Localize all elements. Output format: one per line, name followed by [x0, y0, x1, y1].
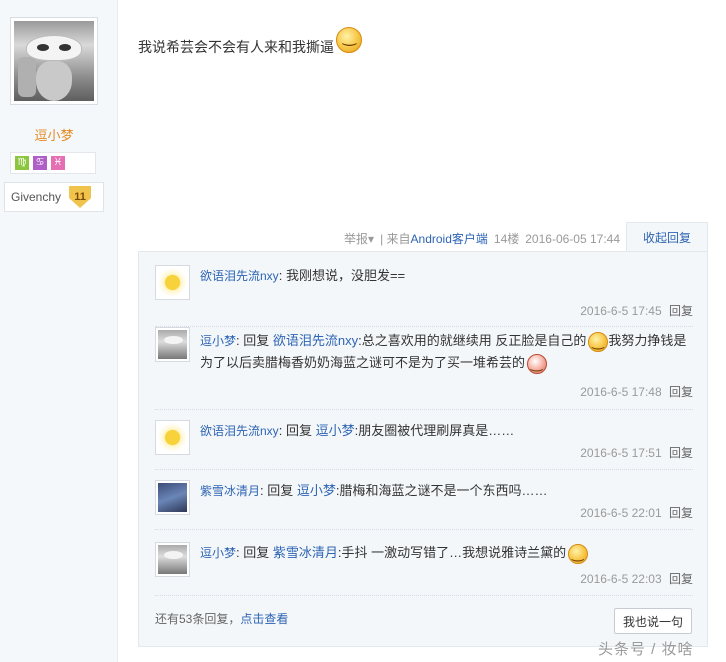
reply-user[interactable]: 欲语泪先流nxy	[200, 269, 279, 283]
floor-number: 14楼	[493, 232, 520, 246]
post-content: 我说希芸会不会有人来和我撕逼	[138, 27, 362, 57]
reply-text: 逗小梦: 回复 紫雪冰清月:手抖 一激动写错了…我想说雅诗兰黛的	[200, 542, 690, 564]
reply-text: 欲语泪先流nxy: 我刚想说，没胆发==	[200, 268, 406, 283]
reply-user[interactable]: 紫雪冰清月	[200, 484, 260, 498]
author-column: 逗小梦 ♍ ♋ ♓ Givenchy 11	[0, 0, 118, 662]
reply-button[interactable]: 回复	[669, 385, 693, 399]
reply-text: 逗小梦: 回复 欲语泪先流nxy:总之喜欢用的就继续用 反正脸是自己的我努力挣钱…	[200, 330, 690, 374]
pisces-icon[interactable]: ♓	[51, 156, 65, 170]
list-item: 逗小梦: 回复 欲语泪先流nxy:总之喜欢用的就继续用 反正脸是自己的我努力挣钱…	[155, 327, 693, 410]
reply-meta: 2016-6-5 22:03 回复	[580, 570, 693, 587]
post-time: 2016-06-05 17:44	[525, 231, 620, 246]
reply-word: 回复	[243, 333, 270, 348]
reply-button[interactable]: 回复	[669, 446, 693, 460]
reply-word: 回复	[285, 423, 312, 438]
angry-emoji-icon	[527, 353, 548, 374]
reply-button[interactable]: 回复	[669, 506, 693, 520]
report-link[interactable]: 举报▾	[344, 230, 374, 247]
reply-time: 2016-6-5 22:01	[580, 506, 662, 520]
list-item: 欲语泪先流nxy: 回复 逗小梦:朋友圈被代理刷屏真是…… 2016-6-5 1…	[155, 410, 693, 470]
user-avatar[interactable]	[155, 542, 190, 577]
reply-body: :朋友圈被代理刷屏真是……	[354, 423, 515, 438]
list-item: 欲语泪先流nxy: 我刚想说，没胆发== 2016-6-5 17:45 回复	[155, 265, 693, 327]
view-more-link[interactable]: 点击查看	[240, 612, 288, 626]
reply-word: 回复	[267, 483, 294, 498]
more-count: 还有53条回复，	[155, 612, 241, 626]
smile-emoji-icon	[568, 543, 589, 564]
reply-word: 回复	[243, 545, 270, 560]
reply-text: 紫雪冰清月: 回复 逗小梦:腊梅和海蓝之谜不是一个东西吗……	[200, 483, 548, 498]
user-avatar[interactable]	[155, 420, 190, 455]
reply-target[interactable]: 逗小梦	[316, 423, 355, 438]
fan-badge[interactable]: Givenchy 11	[4, 182, 104, 212]
user-avatar[interactable]	[155, 480, 190, 515]
reply-user[interactable]: 逗小梦	[200, 546, 236, 560]
add-reply-button[interactable]: 我也说一句	[614, 608, 692, 634]
reply-target[interactable]: 逗小梦	[297, 483, 336, 498]
reply-meta: 2016-6-5 17:48 回复	[580, 383, 693, 400]
reply-time: 2016-6-5 17:51	[580, 446, 662, 460]
virgo-icon[interactable]: ♍	[15, 156, 29, 170]
reply-meta: 2016-6-5 17:45 回复	[580, 302, 693, 319]
list-item: 紫雪冰清月: 回复 逗小梦:腊梅和海蓝之谜不是一个东西吗…… 2016-6-5 …	[155, 470, 693, 530]
badge-level-icon: 11	[69, 186, 92, 208]
reply-body: :腊梅和海蓝之谜不是一个东西吗……	[335, 483, 548, 498]
list-item: 逗小梦: 回复 紫雪冰清月:手抖 一激动写错了…我想说雅诗兰黛的 2016-6-…	[155, 530, 693, 596]
reply-target[interactable]: 欲语泪先流nxy	[273, 333, 358, 348]
smile-emoji-icon	[588, 331, 609, 352]
collapse-replies-button[interactable]: 收起回复	[626, 222, 708, 252]
reply-user[interactable]: 逗小梦	[200, 334, 236, 348]
post-footer: 举报▾ | 来自 Android客户端 14楼 2016-06-05 17:44	[344, 230, 620, 247]
reply-target[interactable]: 紫雪冰清月	[273, 545, 338, 560]
more-replies: 还有53条回复，点击查看	[155, 610, 288, 627]
reply-meta: 2016-6-5 17:51 回复	[580, 444, 693, 461]
user-avatar[interactable]	[155, 265, 190, 300]
reply-body: :手抖 一激动写错了…我想说雅诗兰黛的	[337, 545, 567, 560]
author-avatar[interactable]	[10, 17, 98, 105]
author-name[interactable]: 逗小梦	[0, 125, 108, 144]
zodiac-icons: ♍ ♋ ♓	[10, 152, 96, 174]
smile-emoji-icon	[336, 27, 362, 53]
avatar-image	[14, 21, 94, 101]
source-prefix: | 来自	[380, 232, 411, 246]
reply-user[interactable]: 欲语泪先流nxy	[200, 424, 279, 438]
reply-meta: 2016-6-5 22:01 回复	[580, 504, 693, 521]
badge-name: Givenchy	[11, 190, 62, 204]
post-text: 我说希芸会不会有人来和我撕逼	[138, 39, 334, 55]
reply-body: :总之喜欢用的就继续用 反正脸是自己的	[358, 333, 587, 348]
reply-button[interactable]: 回复	[669, 572, 693, 586]
user-avatar[interactable]	[155, 327, 190, 362]
reply-button[interactable]: 回复	[669, 304, 693, 318]
reply-time: 2016-6-5 17:45	[580, 304, 662, 318]
reply-time: 2016-6-5 17:48	[580, 385, 662, 399]
watermark: 头条号 / 妆啥	[598, 641, 694, 658]
reply-body: 我刚想说，没胆发==	[285, 268, 406, 283]
reply-time: 2016-6-5 22:03	[580, 572, 662, 586]
cancer-icon[interactable]: ♋	[33, 156, 47, 170]
reply-list: 欲语泪先流nxy: 我刚想说，没胆发== 2016-6-5 17:45 回复 逗…	[138, 251, 708, 647]
source-link[interactable]: Android客户端	[411, 230, 488, 247]
reply-text: 欲语泪先流nxy: 回复 逗小梦:朋友圈被代理刷屏真是……	[200, 423, 515, 438]
